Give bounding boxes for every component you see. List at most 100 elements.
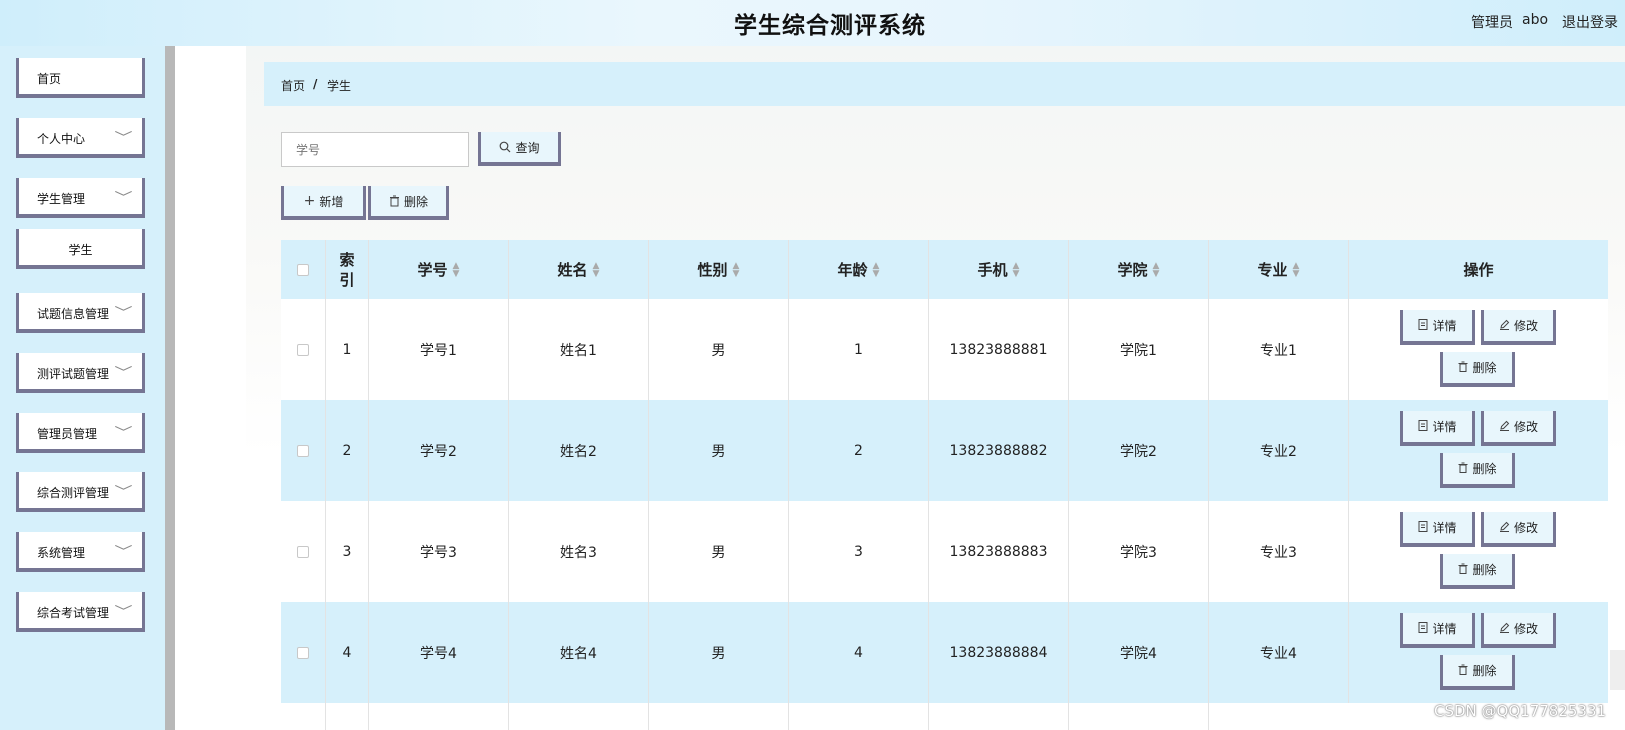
batch-delete-button[interactable]: 删除 (368, 186, 449, 220)
edit-button-label: 修改 (1513, 420, 1538, 434)
document-icon (1418, 520, 1428, 535)
column-divider (325, 703, 326, 730)
cell-gender: 男 (649, 299, 789, 400)
chevron-down-icon: ﹀ (114, 191, 133, 206)
sort-icon[interactable]: ▲ ▼ (733, 261, 740, 278)
sidebar-item-exam-management[interactable]: 综合考试管理 ﹀ (16, 592, 145, 632)
select-all-checkbox[interactable] (297, 263, 309, 276)
column-divider (928, 703, 929, 730)
cell-gender: 男 (649, 602, 789, 703)
edit-button-label: 修改 (1513, 319, 1538, 333)
cell-name: 姓名2 (509, 400, 649, 501)
delete-button[interactable]: 删除 (1440, 655, 1515, 690)
sidebar-item-label: 学生 (68, 243, 93, 257)
cell-phone: 13823888881 (929, 299, 1069, 400)
detail-button[interactable]: 详情 (1400, 310, 1475, 345)
sidebar-item-home[interactable]: 首页 (16, 58, 145, 98)
sidebar-item-question-info-management[interactable]: 试题信息管理 ﹀ (16, 293, 145, 333)
delete-button[interactable]: 删除 (1440, 352, 1515, 387)
cell-student-no: 学号1 (369, 299, 509, 400)
cell-major: 专业1 (1209, 299, 1349, 400)
cell-age: 2 (789, 400, 929, 501)
logout-link[interactable]: 退出登录 (1562, 12, 1618, 32)
table-row: 3 学号3 姓名3 男 3 13823888883 学院3 专业3 详情 修改 删除 (281, 501, 1608, 602)
sidebar-item-evaluation-question-management[interactable]: 测评试题管理 ﹀ (16, 353, 145, 393)
scrollbar[interactable] (1610, 650, 1625, 690)
detail-button-label: 详情 (1432, 622, 1457, 636)
breadcrumb: 首页 / 学生 (264, 62, 1625, 106)
row-checkbox[interactable] (297, 444, 309, 457)
breadcrumb-home[interactable]: 首页 (281, 77, 305, 94)
sidebar-item-label: 个人中心 (37, 132, 86, 146)
column-header-gender[interactable]: 性别 ▲ ▼ (649, 240, 789, 299)
sort-icon[interactable]: ▲ ▼ (1013, 261, 1020, 278)
sidebar-item-personal-center[interactable]: 个人中心 ﹀ (16, 118, 145, 158)
chevron-down-icon: ﹀ (114, 306, 133, 321)
cell-age: 4 (789, 602, 929, 703)
sidebar-item-label: 系统管理 (37, 546, 86, 560)
column-header-college[interactable]: 学院 ▲ ▼ (1069, 240, 1209, 299)
column-divider (508, 703, 509, 730)
edit-icon (1499, 521, 1510, 535)
cell-gender: 男 (649, 501, 789, 602)
column-header-phone[interactable]: 手机 ▲ ▼ (929, 240, 1069, 299)
column-divider (1068, 703, 1069, 730)
column-header-age[interactable]: 年龄 ▲ ▼ (789, 240, 929, 299)
sidebar-item-admin-management[interactable]: 管理员管理 ﹀ (16, 413, 145, 453)
edit-button[interactable]: 修改 (1481, 411, 1556, 446)
add-button[interactable]: + 新增 (281, 186, 366, 220)
sort-icon[interactable]: ▲ ▼ (1153, 261, 1160, 278)
cell-index: 1 (326, 299, 369, 400)
row-checkbox[interactable] (297, 545, 309, 558)
edit-icon (1499, 319, 1510, 333)
column-header-index[interactable]: 索引 (326, 240, 369, 299)
sidebar-item-comprehensive-evaluation-management[interactable]: 综合测评管理 ﹀ (16, 472, 145, 512)
edit-button[interactable]: 修改 (1481, 613, 1556, 648)
document-icon (1418, 318, 1428, 333)
delete-button-label: 删除 (1472, 361, 1497, 375)
delete-button[interactable]: 删除 (1440, 554, 1515, 589)
search-button[interactable]: 查询 (478, 132, 561, 166)
delete-button[interactable]: 删除 (1440, 453, 1515, 488)
add-button-label: 新增 (319, 194, 344, 209)
detail-button[interactable]: 详情 (1400, 613, 1475, 648)
sidebar-subitem-student[interactable]: 学生 (16, 229, 145, 269)
watermark: CSDN @QQ177825331 (1434, 702, 1607, 720)
detail-button[interactable]: 详情 (1400, 411, 1475, 446)
cell-age: 1 (789, 299, 929, 400)
sidebar-item-system-management[interactable]: 系统管理 ﹀ (16, 532, 145, 572)
row-checkbox[interactable] (297, 646, 309, 659)
table-row: 2 学号2 姓名2 男 2 13823888882 学院2 专业2 详情 修改 删除 (281, 400, 1608, 501)
column-divider (648, 703, 649, 730)
document-icon (1418, 419, 1428, 434)
column-header-major[interactable]: 专业 ▲ ▼ (1209, 240, 1349, 299)
column-header-actions: 操作 (1463, 261, 1494, 279)
cell-index: 3 (326, 501, 369, 602)
row-select-cell (281, 400, 326, 501)
cell-college: 学院3 (1069, 501, 1209, 602)
column-header-name[interactable]: 姓名 ▲ ▼ (509, 240, 649, 299)
sort-icon[interactable]: ▲ ▼ (873, 261, 880, 278)
sidebar-scrollbar[interactable] (165, 46, 175, 730)
sort-icon[interactable]: ▲ ▼ (1293, 261, 1300, 278)
detail-button[interactable]: 详情 (1400, 512, 1475, 547)
table-row: 1 学号1 姓名1 男 1 13823888881 学院1 专业1 详情 修改 删除 (281, 299, 1608, 400)
sidebar-item-student-management[interactable]: 学生管理 ﹀ (16, 178, 145, 218)
cell-student-no: 学号4 (369, 602, 509, 703)
column-divider (788, 703, 789, 730)
row-checkbox[interactable] (297, 343, 309, 356)
breadcrumb-separator: / (313, 77, 318, 91)
search-input[interactable] (281, 132, 469, 167)
sort-icon[interactable]: ▲ ▼ (593, 261, 600, 278)
search-button-label: 查询 (515, 140, 540, 155)
sidebar-item-label: 试题信息管理 (37, 307, 110, 321)
chevron-down-icon: ﹀ (114, 485, 133, 500)
cell-major: 专业4 (1209, 602, 1349, 703)
table-row (281, 703, 1608, 730)
table-row: 4 学号4 姓名4 男 4 13823888884 学院4 专业4 详情 修改 删除 (281, 602, 1608, 703)
column-header-student-no[interactable]: 学号 ▲ ▼ (369, 240, 509, 299)
edit-button[interactable]: 修改 (1481, 310, 1556, 345)
sort-icon[interactable]: ▲ ▼ (453, 261, 460, 278)
row-select-cell (281, 299, 326, 400)
edit-button[interactable]: 修改 (1481, 512, 1556, 547)
